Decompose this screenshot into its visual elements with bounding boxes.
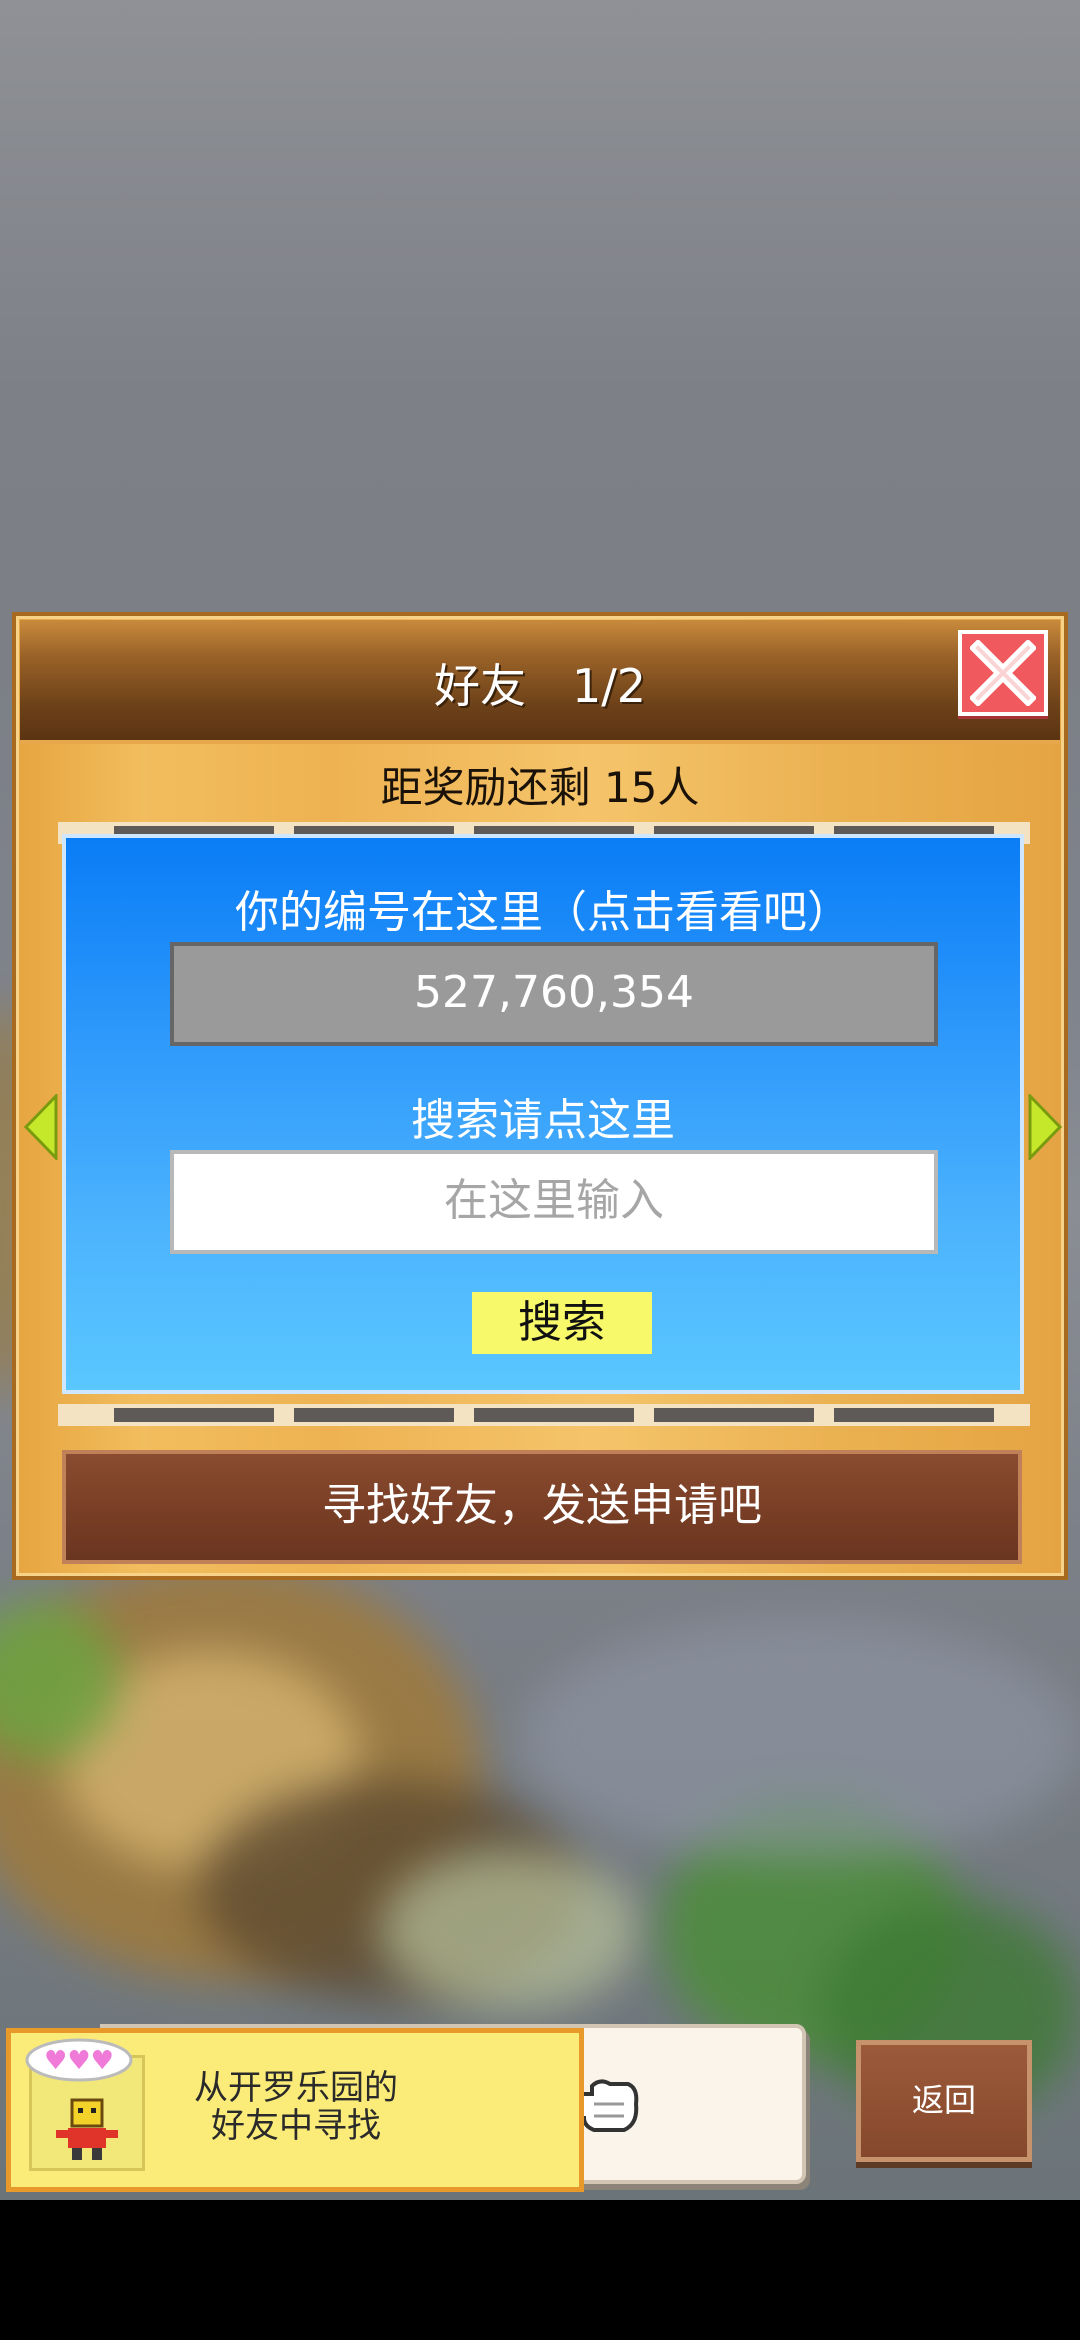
dialog-header: 好友 1/2 <box>20 620 1060 744</box>
search-input[interactable]: 在这里输入 <box>170 1150 938 1254</box>
track-bottom <box>58 1404 1030 1426</box>
close-button[interactable] <box>958 630 1048 716</box>
dialog-title: 好友 1/2 <box>433 659 647 713</box>
screen-bottom-area <box>0 2200 1080 2340</box>
svg-text:♥♥♥: ♥♥♥ <box>44 2046 114 2076</box>
search-label: 搜索请点这里 <box>411 1095 675 1146</box>
player-id-display[interactable]: 527,760,354 <box>170 942 938 1046</box>
kairo-friends-text: 从开罗乐园的 好友中寻找 <box>161 2069 431 2145</box>
reward-remaining-text: 距奖励还剩 15人 <box>380 763 700 812</box>
kairo-character-avatar: ♥♥♥ <box>25 2038 145 2171</box>
kairo-friends-text-line2: 好友中寻找 <box>211 2106 381 2146</box>
arrow-right-icon[interactable] <box>1028 1094 1062 1160</box>
find-kairo-friends-button[interactable]: ♥♥♥ 从开罗乐园的 好友中寻找 <box>6 2028 584 2192</box>
close-icon <box>970 640 1036 706</box>
friend-id-panel: 你的编号在这里（点击看看吧） 527,760,354 搜索请点这里 在这里输入 … <box>62 834 1024 1394</box>
back-button[interactable]: 返回 <box>856 2040 1032 2162</box>
kairo-friends-text-line1: 从开罗乐园的 <box>194 2068 398 2108</box>
arrow-left-icon[interactable] <box>24 1094 58 1160</box>
friends-dialog: 好友 1/2 距奖励还剩 15人 你的编号在这里（点击看看吧） 527,760,… <box>12 612 1068 1580</box>
kairo-character-icon <box>56 2098 118 2160</box>
search-button[interactable]: 搜索 <box>472 1292 652 1354</box>
hearts-icon: ♥♥♥ <box>25 2038 133 2082</box>
your-id-label: 你的编号在这里（点击看看吧） <box>235 887 851 938</box>
send-friend-request-button[interactable]: 寻找好友，发送申请吧 <box>62 1450 1022 1564</box>
